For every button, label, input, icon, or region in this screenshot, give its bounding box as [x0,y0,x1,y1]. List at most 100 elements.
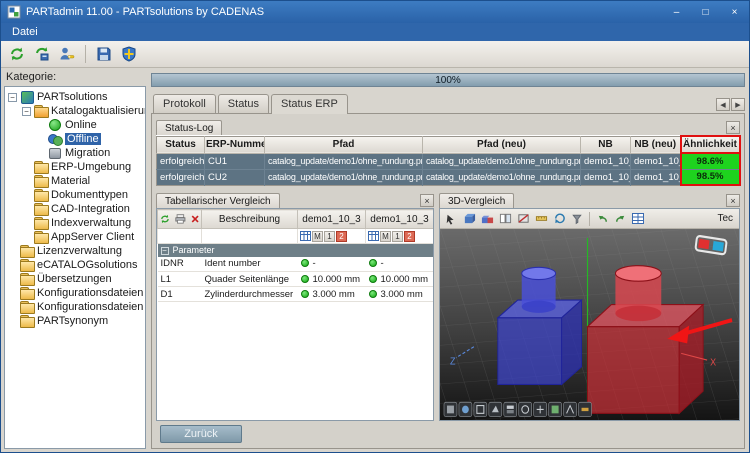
status-table: Status ERP-Nummer Pfad Pfad (neu) NB NB … [156,135,741,186]
tree-item-online[interactable]: Online [5,118,145,132]
compare-toolbar [158,213,201,225]
tree-item-label: CAD-Integration [51,203,130,215]
tree-item-migration[interactable]: Migration [5,146,145,160]
sync-catalog-button[interactable] [31,43,53,65]
close-icon[interactable]: × [726,194,740,207]
tab-scroll-left-icon[interactable]: ◀ [716,98,730,111]
tree-item-konfigurationsdateien[interactable]: Konfigurationsdateien [5,286,145,300]
tab-scroll-buttons: ◀ ▶ [716,98,745,113]
refresh-icon[interactable] [160,213,170,225]
tab-protokoll[interactable]: Protokoll [153,94,216,113]
view-mode-1-button[interactable]: 1 [392,231,403,242]
title-bar[interactable]: PARTadmin 11.00 - PARTsolutions by CADEN… [1,1,749,23]
col-pfad-neu: Pfad (neu) [423,136,581,153]
tab-status[interactable]: Status [218,94,269,113]
compare-col-b: demo1_10_3 [366,210,434,229]
tree-item-ecatalogsolutions[interactable]: eCATALOGsolutions [5,258,145,272]
3d-viewport[interactable]: Z X [440,229,739,420]
col-pfad: Pfad [265,136,423,153]
match-ok-icon [301,259,309,267]
tree-item-erp-umgebung[interactable]: ERP-Umgebung [5,160,145,174]
main-toolbar [1,41,749,68]
update-catalog-button[interactable] [6,43,28,65]
match-ok-icon [369,275,377,283]
tree-item-appserver-client[interactable]: AppServer Client [5,230,145,244]
table-icon[interactable] [368,231,379,241]
param-name: D1 [158,287,202,302]
close-icon[interactable]: × [726,121,740,134]
cell-aehnlichkeit: 98.6% [681,153,740,169]
tree-item-lizenzverwaltung[interactable]: Lizenzverwaltung [5,244,145,258]
status-table-header-row: Status ERP-Nummer Pfad Pfad (neu) NB NB … [157,136,740,153]
tab-scroll-right-icon[interactable]: ▶ [731,98,745,111]
tabular-compare-panel: Tabellarischer Vergleich × [156,191,434,421]
tree-item-partsynonym[interactable]: PARTsynonym [5,314,145,328]
view-mode-2-button[interactable]: 2 [404,231,415,242]
security-button[interactable] [118,43,140,65]
param-name: L1 [158,272,202,287]
filter-icon[interactable] [569,211,585,227]
section-row[interactable]: −Parameter [158,244,434,257]
cell-pfad-neu: catalog_update/demo1/ohne_rundung.prj [423,169,581,185]
table-row[interactable]: erfolgreich CU1 catalog_update/demo1/ohn… [157,153,740,169]
undo-icon[interactable] [594,211,610,227]
measure-icon[interactable] [533,211,549,227]
status-log-tab[interactable]: Status-Log [156,120,222,135]
tree-item-katalogaktualisierung[interactable]: − Katalogaktualisierung [5,104,145,118]
rotate-view-icon[interactable] [551,211,567,227]
view-mode-m-button[interactable]: M [312,231,323,242]
param-row[interactable]: IDNR Ident number - - [158,257,434,272]
view-mode-2-button[interactable]: 2 [336,231,347,242]
folder-icon [20,287,34,299]
split-view-icon[interactable] [497,211,513,227]
tree-item-uebersetzungen[interactable]: Übersetzungen [5,272,145,286]
collapse-expander-icon[interactable]: − [8,93,17,102]
tree-item-label: PARTsynonym [37,315,108,327]
table-row[interactable]: erfolgreich CU2 catalog_update/demo1/ohn… [157,169,740,185]
tree-item-cad-integration[interactable]: CAD-Integration [5,202,145,216]
view-mode-m-button[interactable]: M [380,231,391,242]
redo-icon[interactable] [612,211,628,227]
tab-status-erp[interactable]: Status ERP [271,94,348,114]
3d-compare-body: Tec [439,208,740,421]
param-row[interactable]: L1 Quader Seitenlänge 10.000 mm 10.000 m… [158,272,434,287]
shaded-view-icon[interactable] [461,211,477,227]
user-rights-button[interactable] [56,43,78,65]
delete-icon[interactable] [191,214,199,224]
collapse-icon[interactable]: − [161,247,169,255]
tabular-compare-tab[interactable]: Tabellarischer Vergleich [156,193,280,208]
tree-item-material[interactable]: Material [5,174,145,188]
app-window: PARTadmin 11.00 - PARTsolutions by CADEN… [0,0,750,453]
close-icon[interactable]: × [420,194,434,207]
tree-item-konfigurationsdateien-v2[interactable]: Konfigurationsdateien (V2 [5,300,145,314]
folder-icon [34,217,48,229]
collapse-expander-icon[interactable]: − [22,107,31,116]
3d-compare-tab[interactable]: 3D-Vergleich [439,193,514,208]
view-mode-1-button[interactable]: 1 [324,231,335,242]
tabular-compare-body: Beschreibung demo1_10_3 demo1_10_3 [156,208,434,421]
compare-col-a: demo1_10_3 [298,210,366,229]
compare-panels: Tabellarischer Vergleich × [156,191,740,421]
compare-models-icon[interactable] [479,211,495,227]
tree-item-offline[interactable]: Offline [5,132,145,146]
3d-toolbar-mode-label[interactable]: Tec [714,213,736,224]
back-button[interactable]: Zurück [160,425,242,443]
close-button[interactable]: × [720,1,749,23]
select-cursor-icon[interactable] [443,211,459,227]
menu-bar: Datei [1,23,749,41]
save-button[interactable] [93,43,115,65]
3d-toolbar: Tec [440,209,739,229]
print-icon[interactable] [175,213,186,225]
tree-item-indexverwaltung[interactable]: Indexverwaltung [5,216,145,230]
menu-datei[interactable]: Datei [3,25,47,40]
minimize-button[interactable]: – [662,1,691,23]
table-icon[interactable] [300,231,311,241]
grid-view-icon[interactable] [630,211,646,227]
cell-erp: CU1 [205,153,265,169]
tree-item-label: ERP-Umgebung [51,161,131,173]
param-row[interactable]: D1 Zylinderdurchmesser 3.000 mm 3.000 mm [158,287,434,302]
clip-plane-icon[interactable] [515,211,531,227]
tree-item-partsolutions[interactable]: − PARTsolutions [5,90,145,104]
maximize-button[interactable]: □ [691,1,720,23]
tree-item-dokumenttypen[interactable]: Dokumenttypen [5,188,145,202]
